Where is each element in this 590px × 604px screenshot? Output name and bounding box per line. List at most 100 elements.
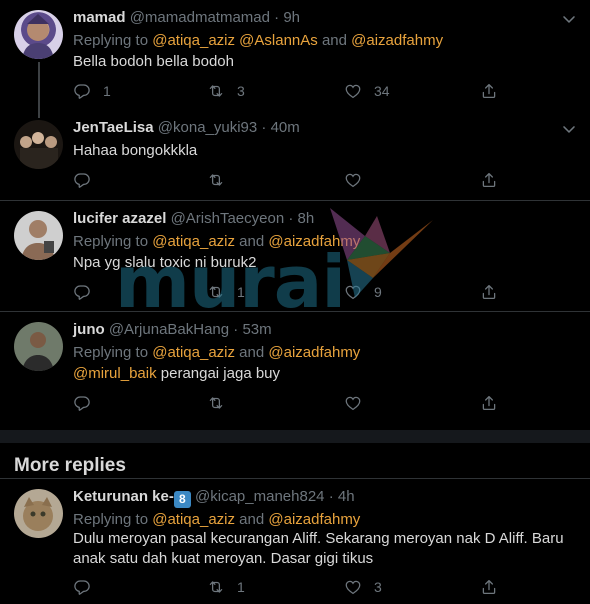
reply-button[interactable]: [73, 282, 91, 302]
share-button[interactable]: [480, 282, 498, 302]
avatar[interactable]: [14, 322, 63, 371]
tweet-text-rest: perangai jaga buy: [156, 365, 281, 382]
retweet-button[interactable]: 1: [207, 577, 245, 597]
tweet-header: JenTaeLisa @kona_yuki93 · 40m: [73, 119, 300, 137]
replying-to: Replying to @atiqa_aziz and @aizadfahmy: [73, 511, 360, 529]
avatar[interactable]: [14, 120, 63, 169]
avatar[interactable]: [14, 211, 63, 260]
tweet-lucifer-azazel[interactable]: lucifer azazel @ArishTaecyeon · 8h Reply…: [0, 201, 590, 311]
retweet-icon: [207, 394, 225, 412]
reply-button[interactable]: [73, 393, 91, 413]
tweet-juno[interactable]: juno @ArjunaBakHang · 53m Replying to @a…: [0, 312, 590, 430]
avatar[interactable]: [14, 10, 63, 59]
reply-icon: [73, 394, 91, 412]
reply-icon: [73, 578, 91, 596]
and-text: and: [239, 344, 265, 361]
and-text: and: [321, 32, 347, 49]
mention-link[interactable]: @AslannAs: [239, 32, 318, 49]
chevron-down-icon[interactable]: [559, 9, 579, 29]
mention-link[interactable]: @aizadfahmy: [268, 233, 360, 250]
retweet-count: 1: [237, 579, 245, 595]
like-button[interactable]: 34: [344, 81, 390, 101]
mention-link[interactable]: @aizadfahmy: [351, 32, 443, 49]
more-replies-title: More replies: [14, 455, 126, 476]
keycap-emoji: 8: [173, 491, 191, 508]
share-button[interactable]: [480, 577, 498, 597]
mention-link[interactable]: @aizadfahmy: [268, 344, 360, 361]
mention-link[interactable]: @atiqa_aziz: [152, 344, 235, 361]
like-button[interactable]: 3: [344, 577, 382, 597]
handle[interactable]: @kicap_maneh824: [195, 488, 324, 505]
display-name[interactable]: mamad: [73, 9, 126, 26]
reply-icon: [73, 171, 91, 189]
tweet-keturunan[interactable]: Keturunan ke- 8 @kicap_maneh824 · 4h Repl…: [0, 479, 590, 604]
like-count: 3: [374, 579, 382, 595]
reply-button[interactable]: 1: [73, 81, 111, 101]
like-icon: [344, 394, 362, 412]
reply-button[interactable]: [73, 170, 91, 190]
timestamp[interactable]: 53m: [242, 321, 271, 338]
timestamp[interactable]: 9h: [283, 9, 300, 26]
tweet-actions: 1 3: [73, 577, 513, 597]
reply-icon: [73, 283, 91, 301]
reply-button[interactable]: [73, 577, 91, 597]
timestamp[interactable]: 8h: [298, 210, 315, 227]
retweet-icon: [207, 283, 225, 301]
tweet-jentaelisa[interactable]: JenTaeLisa @kona_yuki93 · 40m Hahaa bong…: [0, 110, 590, 200]
avatar-image: [23, 497, 53, 531]
display-name[interactable]: juno: [73, 321, 105, 338]
share-button[interactable]: [480, 81, 498, 101]
like-button[interactable]: 9: [344, 282, 382, 302]
separator-dot: ·: [233, 321, 239, 338]
avatar-image: [21, 220, 55, 260]
handle[interactable]: @ArjunaBakHang: [109, 321, 229, 338]
like-count: 34: [374, 83, 390, 99]
retweet-button[interactable]: [207, 393, 225, 413]
retweet-count: 1: [237, 284, 245, 300]
separator-dot: ·: [261, 119, 267, 136]
replying-label: Replying to: [73, 233, 149, 250]
share-button[interactable]: [480, 170, 498, 190]
tweet-text: Npa yg slalu toxic ni buruk2: [73, 254, 257, 271]
retweet-button[interactable]: 3: [207, 81, 245, 101]
replying-label: Replying to: [73, 344, 149, 361]
avatar[interactable]: [14, 489, 63, 538]
separator-dot: ·: [274, 9, 280, 26]
avatar-image: [22, 332, 54, 371]
display-name[interactable]: JenTaeLisa: [73, 119, 154, 136]
handle[interactable]: @kona_yuki93: [158, 119, 257, 136]
mention-link[interactable]: @atiqa_aziz: [152, 511, 235, 528]
like-button[interactable]: [344, 170, 362, 190]
share-button[interactable]: [480, 393, 498, 413]
like-icon: [344, 82, 362, 100]
tweet-mamad[interactable]: mamad @mamadmatmamad · 9h Replying to @a…: [0, 0, 590, 118]
replying-to: Replying to @atiqa_aziz @AslannAs and @a…: [73, 32, 443, 50]
avatar-image: [20, 132, 58, 169]
mention-link[interactable]: @aizadfahmy: [268, 511, 360, 528]
mention-link[interactable]: @atiqa_aziz: [152, 233, 235, 250]
tweet-actions: [73, 393, 513, 413]
share-icon: [480, 394, 498, 412]
retweet-icon: [207, 82, 225, 100]
retweet-button[interactable]: [207, 170, 225, 190]
handle[interactable]: @mamadmatmamad: [130, 9, 270, 26]
timestamp[interactable]: 40m: [271, 119, 300, 136]
retweet-icon: [207, 578, 225, 596]
tweet-header: lucifer azazel @ArishTaecyeon · 8h: [73, 210, 314, 228]
tweet-actions: 1 3 34: [73, 81, 513, 101]
retweet-button[interactable]: 1: [207, 282, 245, 302]
mention-link[interactable]: @mirul_baik: [73, 365, 157, 382]
chevron-down-icon[interactable]: [559, 119, 579, 139]
display-name[interactable]: lucifer azazel: [73, 210, 166, 227]
handle[interactable]: @ArishTaecyeon: [171, 210, 285, 227]
retweet-count: 3: [237, 83, 245, 99]
tweet-actions: [73, 170, 513, 190]
display-name[interactable]: Keturunan ke-: [73, 488, 174, 505]
timestamp[interactable]: 4h: [338, 488, 355, 505]
like-button[interactable]: [344, 393, 362, 413]
reply-icon: [73, 82, 91, 100]
mention-link[interactable]: @atiqa_aziz: [152, 32, 235, 49]
tweet-actions: 1 9: [73, 282, 513, 302]
tweet-text: Hahaa bongokkkla: [73, 142, 198, 159]
replying-to: Replying to @atiqa_aziz and @aizadfahmy: [73, 344, 360, 362]
